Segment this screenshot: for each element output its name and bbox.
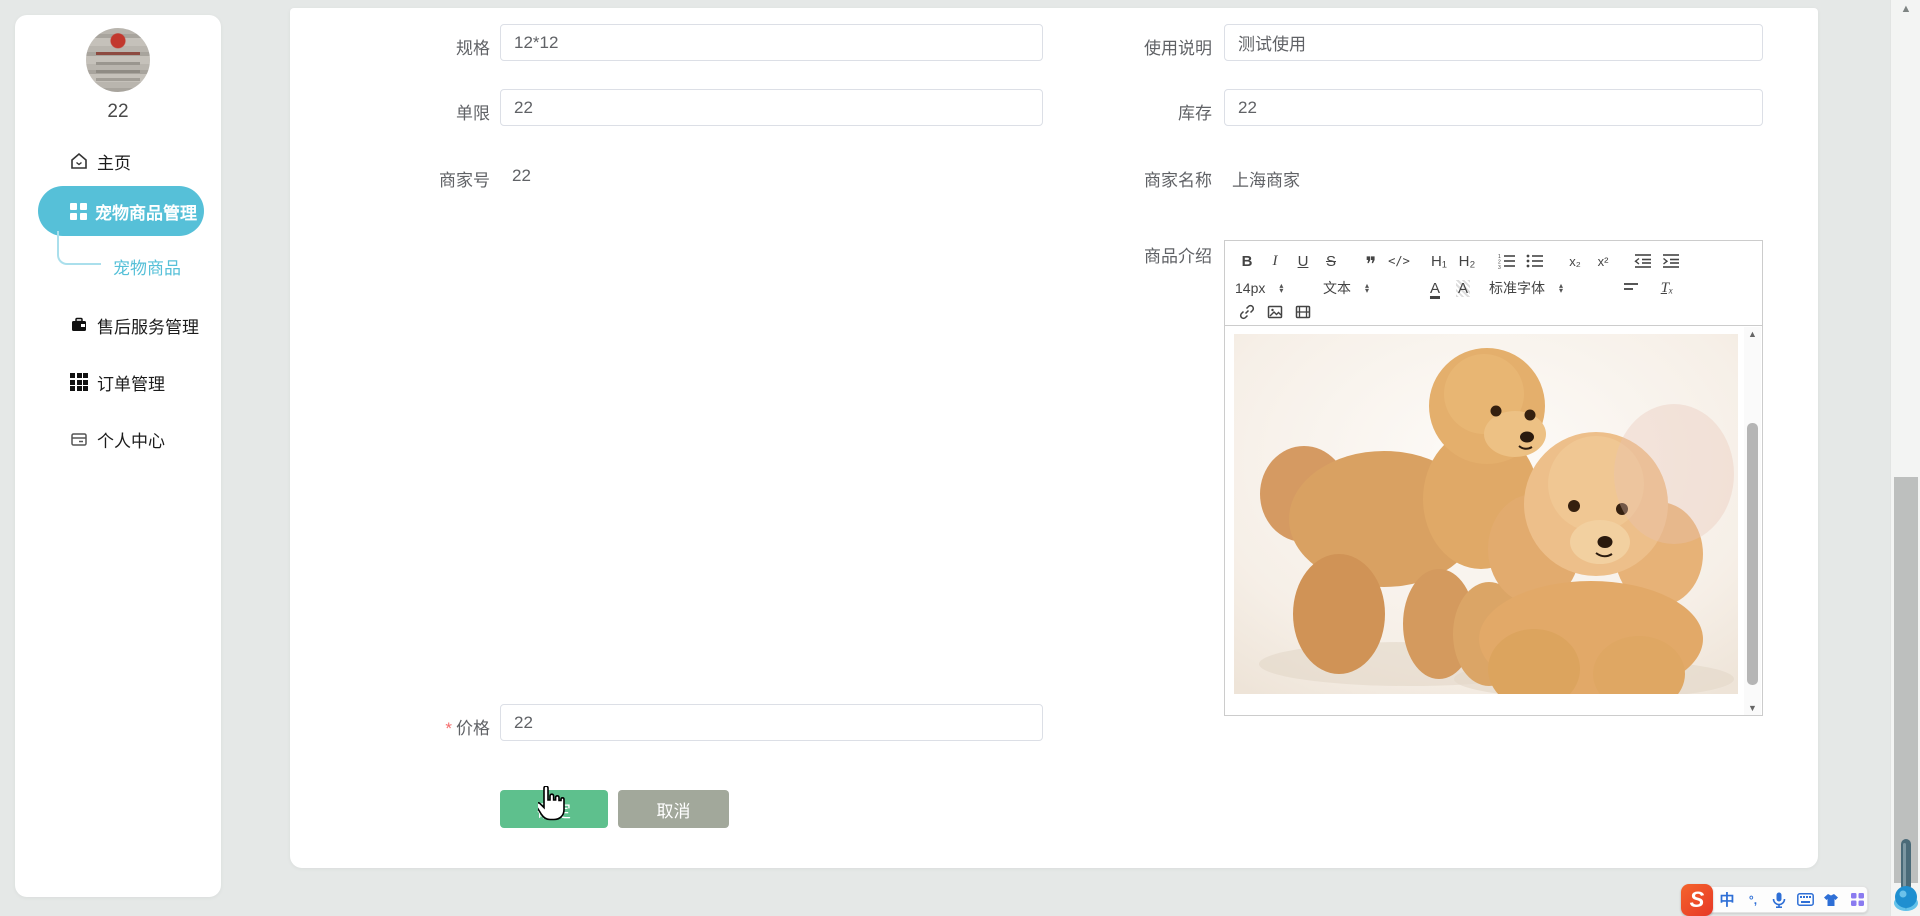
outdent-icon[interactable] xyxy=(1631,249,1655,273)
strikethrough-button[interactable]: S xyxy=(1319,249,1343,273)
superscript-button[interactable]: x² xyxy=(1591,249,1615,273)
merchant-name-label: 商家名称 xyxy=(1052,166,1212,191)
bold-button[interactable]: B xyxy=(1235,249,1259,273)
microphone-icon[interactable] xyxy=(1769,890,1789,910)
font-family-select[interactable]: 标准字体 ▴▾ xyxy=(1489,278,1599,298)
svg-text:3: 3 xyxy=(1498,265,1501,269)
sidebar-item-home[interactable]: 主页 xyxy=(15,147,221,175)
editor-toolbar: B I U S ❞ </> H₁ H₂ 123 x₂ x² xyxy=(1224,240,1763,326)
scroll-up-icon[interactable]: ▲ xyxy=(1744,327,1761,341)
chinese-mode-button[interactable]: 中 xyxy=(1717,890,1737,910)
sidebar-item-pet-product[interactable]: 宠物商品 xyxy=(113,254,181,279)
dropdown-arrows-icon: ▴▾ xyxy=(1559,283,1563,293)
stock-input[interactable] xyxy=(1224,89,1763,126)
sidebar-item-label: 订单管理 xyxy=(97,370,165,395)
editor-scrollbar[interactable]: ▲ ▼ xyxy=(1744,327,1761,715)
thermometer-widget-icon[interactable] xyxy=(1892,833,1920,913)
blockquote-button[interactable]: ❞ xyxy=(1359,249,1383,273)
clear-format-button[interactable]: Tₓ xyxy=(1655,276,1679,300)
merchant-no-value: 22 xyxy=(512,166,531,186)
home-icon xyxy=(70,152,88,170)
ordered-list-icon[interactable]: 123 xyxy=(1495,249,1519,273)
insert-video-icon[interactable] xyxy=(1291,300,1315,324)
required-asterisk: * xyxy=(445,719,452,738)
subscript-button[interactable]: x₂ xyxy=(1563,249,1587,273)
limit-input[interactable] xyxy=(500,89,1043,126)
sidebar-item-label: 宠物商品管理 xyxy=(95,199,197,224)
rich-text-editor: B I U S ❞ </> H₁ H₂ 123 x₂ x² xyxy=(1224,240,1763,716)
text-color-button[interactable]: A xyxy=(1423,276,1447,300)
spec-input[interactable] xyxy=(500,24,1043,61)
poodle-photo xyxy=(1234,334,1738,694)
avatar[interactable] xyxy=(86,28,150,92)
card-icon xyxy=(70,430,88,448)
page-scrollbar[interactable]: ▲ ▼ xyxy=(1890,0,1920,916)
align-icon[interactable] xyxy=(1619,276,1643,300)
usage-input[interactable] xyxy=(1224,24,1763,61)
header1-button[interactable]: H₁ xyxy=(1427,249,1451,273)
soft-keyboard-icon[interactable] xyxy=(1795,890,1815,910)
usage-label: 使用说明 xyxy=(1052,34,1212,59)
username: 22 xyxy=(15,101,221,123)
grid-icon xyxy=(70,203,87,220)
sidebar-item-label: 主页 xyxy=(97,149,131,174)
sidebar-item-label: 售后服务管理 xyxy=(97,313,199,338)
merchant-name-value: 上海商家 xyxy=(1232,166,1300,191)
skin-shirt-icon[interactable] xyxy=(1821,890,1841,910)
toolbox-grid-icon[interactable] xyxy=(1847,890,1867,910)
price-label: *价格 xyxy=(330,714,490,739)
punctuation-mode-button[interactable]: °, xyxy=(1743,890,1763,910)
page-scrollbar-thumb[interactable] xyxy=(1894,477,1918,883)
scroll-down-icon[interactable]: ▼ xyxy=(1744,701,1761,715)
insert-image-icon[interactable] xyxy=(1263,300,1287,324)
page-scroll-up-icon[interactable]: ▲ xyxy=(1891,0,1920,18)
editor-scrollbar-thumb[interactable] xyxy=(1747,423,1758,685)
orders-grid-icon xyxy=(70,373,88,391)
font-size-select[interactable]: 14px ▴▾ xyxy=(1235,280,1309,296)
sidebar-item-pet-product-mgmt[interactable]: 宠物商品管理 xyxy=(38,186,204,236)
ime-toolbar: S 中 °, xyxy=(1690,886,1868,913)
sidebar-item-label: 个人中心 xyxy=(97,427,165,452)
briefcase-icon xyxy=(70,316,88,334)
bullet-list-icon[interactable] xyxy=(1523,249,1547,273)
sidebar-item-orders[interactable]: 订单管理 xyxy=(15,368,221,396)
confirm-button[interactable]: 确定 xyxy=(500,790,608,828)
submenu-connector-line xyxy=(57,231,101,265)
sogou-logo[interactable]: S xyxy=(1681,884,1713,916)
intro-label: 商品介绍 xyxy=(1052,242,1212,267)
product-edit-form: 规格 使用说明 单限 库存 商家号 22 商家名称 上海商家 商品介绍 B I … xyxy=(290,8,1818,868)
merchant-no-label: 商家号 xyxy=(330,166,490,191)
header2-button[interactable]: H₂ xyxy=(1455,249,1479,273)
underline-button[interactable]: U xyxy=(1291,249,1315,273)
paragraph-style-select[interactable]: 文本 ▴▾ xyxy=(1323,278,1409,298)
italic-button[interactable]: I xyxy=(1263,249,1287,273)
spec-label: 规格 xyxy=(330,34,490,59)
link-icon[interactable] xyxy=(1235,300,1259,324)
code-block-button[interactable]: </> xyxy=(1387,249,1411,273)
sidebar: 22 主页 宠物商品管理 宠物商品 售后服务管理 订单管理 个人中心 xyxy=(15,15,221,897)
stock-label: 库存 xyxy=(1052,99,1212,124)
dropdown-arrows-icon: ▴▾ xyxy=(1365,283,1369,293)
dropdown-arrows-icon: ▴▾ xyxy=(1279,283,1283,293)
sidebar-item-personal-center[interactable]: 个人中心 xyxy=(15,425,221,453)
price-input[interactable] xyxy=(500,704,1043,741)
background-color-button[interactable]: A xyxy=(1451,276,1475,300)
indent-icon[interactable] xyxy=(1659,249,1683,273)
cancel-button[interactable]: 取消 xyxy=(618,790,729,828)
editor-content-area[interactable]: ▲ ▼ xyxy=(1224,325,1763,716)
sidebar-item-after-sales[interactable]: 售后服务管理 xyxy=(15,311,221,339)
limit-label: 单限 xyxy=(330,99,490,124)
